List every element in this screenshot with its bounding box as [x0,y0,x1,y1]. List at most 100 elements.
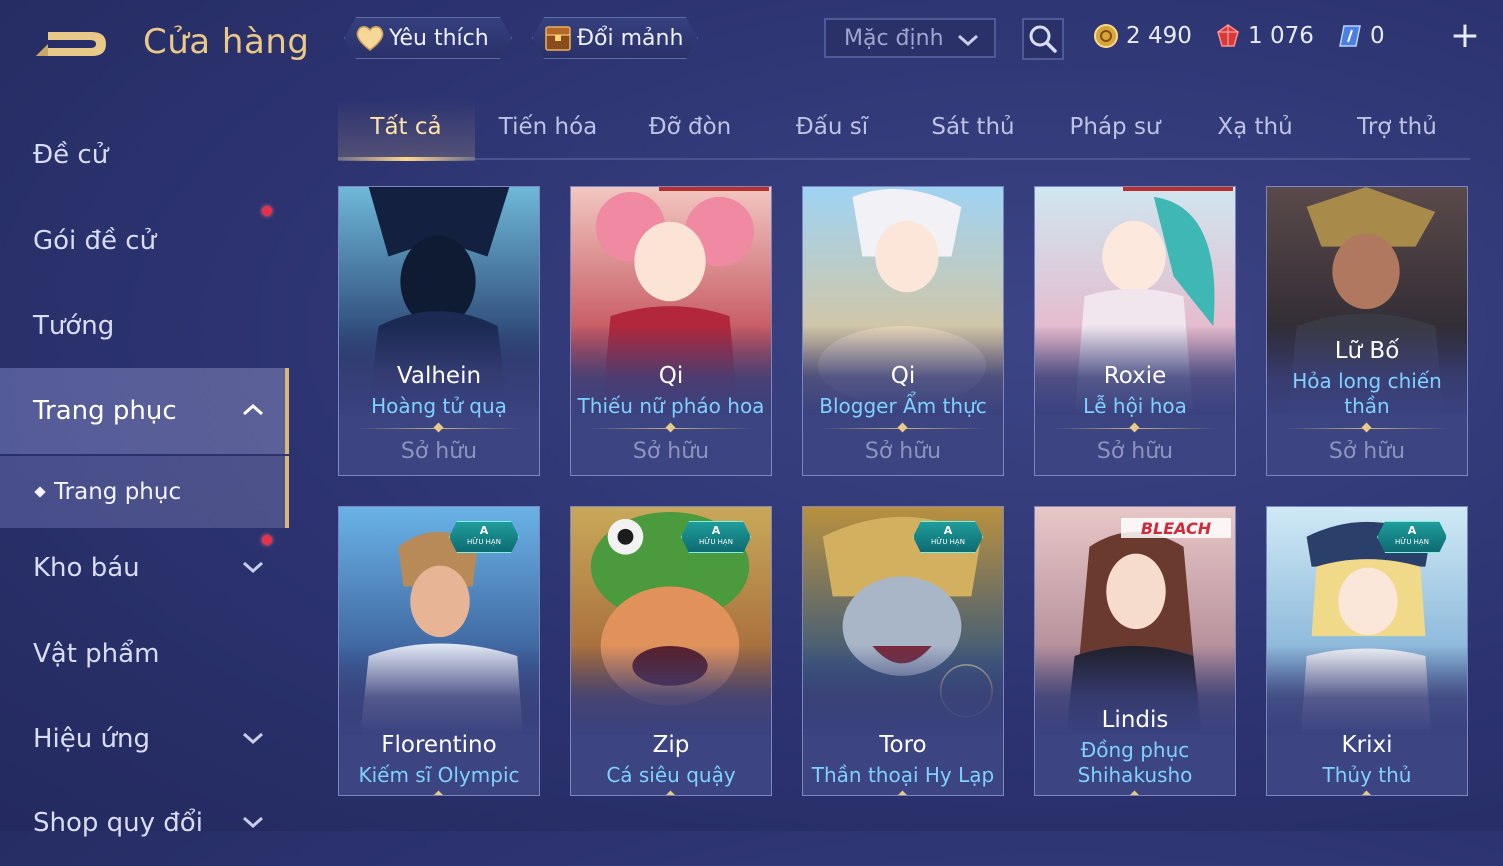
skin-card[interactable]: BLEACH Lindis Đồng phục Shihakusho [1034,506,1236,796]
hero-name: Lindis [1101,707,1169,733]
bullet-icon [34,486,46,498]
sidebar-item-skins[interactable]: Trang phục [0,368,289,454]
sidebar-item-label: Shop quy đổi [33,808,203,838]
skin-card[interactable]: Lữ Bố Hỏa long chiến thần Sở hữu [1266,186,1468,476]
active-tab-underline [338,157,475,161]
card-divider [1285,428,1449,429]
sidebar-item-label: Trang phục [33,396,177,426]
skin-name: Kiếm sĩ Olympic [358,763,520,787]
skin-name: Thiếu nữ pháo hoa [577,394,765,418]
chevron-up-icon [243,403,263,416]
badge-text: HỮU HẠN [1395,538,1429,546]
skin-name: Thủy thủ [1322,763,1412,787]
hero-name: Zip [652,732,690,758]
search-icon [1029,25,1057,53]
tab-assassin[interactable]: Sát thủ [931,114,1014,140]
notification-dot [262,535,272,545]
sidebar-item-label: Kho báu [33,553,140,583]
sidebar-item-featured[interactable]: Đề cử [0,112,285,198]
gold-balance: 2 490 [1092,20,1192,52]
skin-name: Cá siêu quậy [606,763,736,787]
sidebar-item-heroes[interactable]: Tướng [0,283,285,369]
skin-card[interactable]: A HỮU HẠN Toro Thần thoại Hy Lạp [802,506,1004,796]
sidebar-item-treasure[interactable]: Kho báu [0,525,285,611]
skin-card[interactable]: A HỮU HẠN Krixi Thủy thủ [1266,506,1468,796]
hero-name: Lữ Bố [1334,338,1400,364]
favorite-label: Yêu thích [389,25,489,51]
chevron-down-icon [243,732,263,745]
skin-card[interactable]: Qi Blogger Ẩm thực Sở hữu [802,186,1004,476]
ownership-status: Sở hữu [632,439,710,464]
skin-card[interactable]: A HỮU HẠN Florentino Kiếm sĩ Olympic [338,506,540,796]
hero-name: Krixi [1341,732,1393,758]
limited-badge: A HỮU HẠN [681,521,751,553]
tab-fighter[interactable]: Đấu sĩ [796,114,868,140]
card-divider [821,428,985,429]
favorite-button[interactable]: Yêu thích [344,17,512,59]
skin-name-line2: thần [1344,394,1390,418]
bleach-logo-text: BLEACH [1141,519,1212,538]
card-divider [1053,428,1217,429]
exchange-fragments-button[interactable]: Đổi mảnh [532,17,698,59]
gold-amount: 2 490 [1126,23,1192,49]
tab-support[interactable]: Trợ thủ [1357,114,1437,140]
limited-badge: A HỮU HẠN [449,521,519,553]
voucher-icon [1336,22,1364,50]
chevron-down-icon [958,34,978,47]
sidebar-item-items[interactable]: Vật phẩm [0,611,285,697]
hero-name: Florentino [381,732,497,758]
card-divider [357,428,521,429]
badge-grade: A [711,524,721,537]
skin-grid: Valhein Hoàng tử quạ Sở hữu Qi Thiếu nữ … [338,186,1470,831]
fragment-chest-icon [543,23,573,53]
ownership-status: Sở hữu [864,439,942,464]
skin-name: Thần thoại Hy Lạp [811,763,995,787]
skin-card[interactable]: A HỮU HẠN Zip Cá siêu quậy [570,506,772,796]
skin-name-line1: Hỏa long chiến [1292,369,1442,393]
skin-card[interactable]: Qi Thiếu nữ pháo hoa Sở hữu [570,186,772,476]
tab-evolution[interactable]: Tiến hóa [499,114,598,140]
sidebar-item-exchange-shop[interactable]: Shop quy đổi [0,780,285,866]
limited-badge: A HỮU HẠN [913,521,983,553]
card-ribbon [659,187,769,191]
top-bar: Cửa hàng Yêu thích Đổi mảnh Mặc định 2 4… [0,0,1503,80]
hero-name: Valhein [396,363,482,389]
red-gem-icon [1214,22,1242,50]
sidebar: Đề cử Gói đề cử Tướng Trang phục Trang p… [0,108,289,838]
tab-marksman[interactable]: Xạ thủ [1217,114,1292,140]
exchange-label: Đổi mảnh [577,25,684,51]
back-button[interactable] [34,24,110,64]
page-title: Cửa hàng [143,22,310,62]
tab-tank[interactable]: Đỡ đòn [649,114,731,140]
hero-name: Qi [658,363,684,389]
gem-balance: 1 076 [1214,20,1314,52]
search-button[interactable] [1022,18,1064,60]
sidebar-item-featured-bundles[interactable]: Gói đề cử [0,198,285,284]
ownership-status: Sở hữu [1096,439,1174,464]
sidebar-item-label: Vật phẩm [33,639,160,669]
notification-dot [262,206,272,216]
sidebar-item-effects[interactable]: Hiệu ứng [0,696,285,782]
hero-name: Roxie [1103,363,1167,389]
sort-selected-value: Mặc định [844,25,944,51]
skin-name: Hoàng tử quạ [371,394,507,418]
gem-amount: 1 076 [1248,23,1314,49]
hero-name: Qi [890,363,916,389]
hero-name: Toro [879,732,927,758]
add-currency-button[interactable]: + [1449,18,1481,54]
sort-dropdown[interactable]: Mặc định [824,18,996,58]
skin-card[interactable]: Valhein Hoàng tử quạ Sở hữu [338,186,540,476]
skin-card[interactable]: Roxie Lễ hội hoa Sở hữu [1034,186,1236,476]
tab-mage[interactable]: Pháp sư [1069,114,1160,140]
ownership-status: Sở hữu [400,439,478,464]
chevron-down-icon [243,561,263,574]
badge-grade: A [943,524,953,537]
sidebar-subitem-skins[interactable]: Trang phục [0,456,289,528]
sidebar-item-label: Hiệu ứng [33,724,150,754]
sidebar-item-label: Gói đề cử [33,226,157,256]
tab-all[interactable]: Tất cả [370,114,441,140]
skin-name-line2: Shihakusho [1077,763,1193,787]
ownership-status: Sở hữu [1328,439,1406,464]
badge-grade: A [479,524,489,537]
back-arrow-icon [36,32,106,56]
